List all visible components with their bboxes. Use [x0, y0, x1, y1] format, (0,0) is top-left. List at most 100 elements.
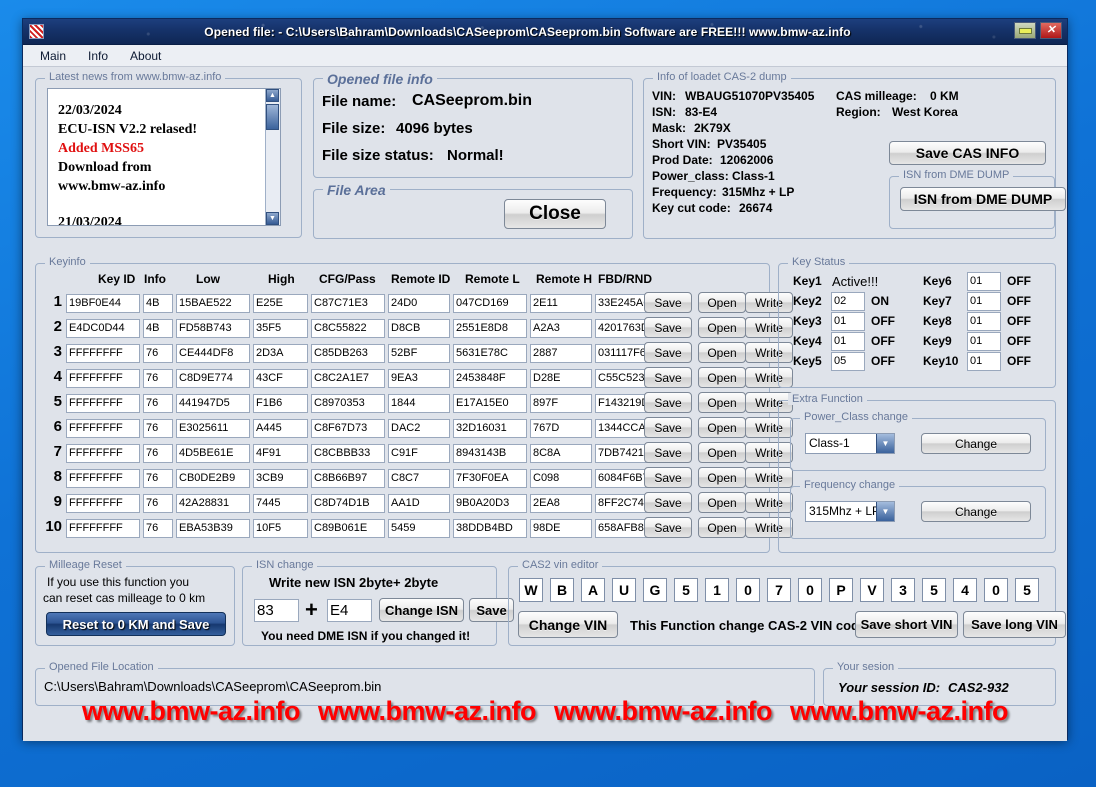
- keyinfo-cell-high[interactable]: F1B6: [253, 394, 308, 413]
- keyinfo-cell-key-id[interactable]: FFFFFFFF: [66, 369, 140, 388]
- keyinfo-row-open-button[interactable]: Open: [698, 392, 746, 413]
- keyinfo-cell-remote-h[interactable]: A2A3: [530, 319, 592, 338]
- keyinfo-cell-info[interactable]: 4B: [143, 294, 173, 313]
- keyinfo-cell-cfg[interactable]: C8C55822: [311, 319, 385, 338]
- key-status-value-input[interactable]: 01: [967, 292, 1001, 311]
- vin-char-input[interactable]: B: [550, 578, 574, 602]
- keyinfo-cell-remote-id[interactable]: C8C7: [388, 469, 450, 488]
- key-status-value-input[interactable]: 02: [831, 292, 865, 311]
- scroll-down-icon[interactable]: ▼: [266, 212, 279, 225]
- key-status-value-input[interactable]: 01: [967, 312, 1001, 331]
- keyinfo-row-open-button[interactable]: Open: [698, 517, 746, 538]
- keyinfo-cell-cfg[interactable]: C87C71E3: [311, 294, 385, 313]
- keyinfo-cell-key-id[interactable]: 19BF0E44: [66, 294, 140, 313]
- change-vin-button[interactable]: Change VIN: [518, 611, 618, 638]
- chevron-down-icon[interactable]: ▼: [876, 434, 894, 453]
- keyinfo-cell-info[interactable]: 76: [143, 394, 173, 413]
- keyinfo-row-open-button[interactable]: Open: [698, 292, 746, 313]
- keyinfo-cell-info[interactable]: 4B: [143, 319, 173, 338]
- vin-char-input[interactable]: 0: [984, 578, 1008, 602]
- vin-char-input[interactable]: 1: [705, 578, 729, 602]
- keyinfo-row-open-button[interactable]: Open: [698, 317, 746, 338]
- key-status-value-input[interactable]: 01: [967, 332, 1001, 351]
- frequency-select[interactable]: 315Mhz + LP ▼: [805, 501, 895, 522]
- keyinfo-cell-info[interactable]: 76: [143, 469, 173, 488]
- keyinfo-cell-low[interactable]: 42A28831: [176, 494, 250, 513]
- keyinfo-cell-low[interactable]: FD58B743: [176, 319, 250, 338]
- keyinfo-cell-remote-l[interactable]: 047CD169: [453, 294, 527, 313]
- keyinfo-cell-info[interactable]: 76: [143, 344, 173, 363]
- key-status-value-input[interactable]: 01: [831, 332, 865, 351]
- keyinfo-row-save-button[interactable]: Save: [644, 367, 692, 388]
- key-status-value-input[interactable]: 05: [831, 352, 865, 371]
- keyinfo-cell-info[interactable]: 76: [143, 494, 173, 513]
- keyinfo-cell-info[interactable]: 76: [143, 444, 173, 463]
- keyinfo-cell-remote-id[interactable]: D8CB: [388, 319, 450, 338]
- keyinfo-cell-key-id[interactable]: FFFFFFFF: [66, 344, 140, 363]
- keyinfo-cell-remote-h[interactable]: 767D: [530, 419, 592, 438]
- keyinfo-cell-remote-h[interactable]: 2887: [530, 344, 592, 363]
- menu-item-info[interactable]: Info: [79, 47, 117, 65]
- keyinfo-cell-remote-id[interactable]: 24D0: [388, 294, 450, 313]
- keyinfo-cell-remote-l[interactable]: 7F30F0EA: [453, 469, 527, 488]
- save-long-vin-button[interactable]: Save long VIN: [963, 611, 1066, 638]
- keyinfo-cell-cfg[interactable]: C8B66B97: [311, 469, 385, 488]
- keyinfo-cell-remote-h[interactable]: 2E11: [530, 294, 592, 313]
- vin-char-input[interactable]: 0: [798, 578, 822, 602]
- scrollbar-thumb[interactable]: [266, 104, 279, 130]
- keyinfo-cell-low[interactable]: 441947D5: [176, 394, 250, 413]
- keyinfo-cell-key-id[interactable]: E4DC0D44: [66, 319, 140, 338]
- keyinfo-cell-high[interactable]: 35F5: [253, 319, 308, 338]
- keyinfo-cell-low[interactable]: CB0DE2B9: [176, 469, 250, 488]
- frequency-change-button[interactable]: Change: [921, 501, 1031, 522]
- keyinfo-cell-remote-l[interactable]: E17A15E0: [453, 394, 527, 413]
- scroll-up-icon[interactable]: ▲: [266, 89, 279, 102]
- keyinfo-cell-remote-l[interactable]: 38DDB4BD: [453, 519, 527, 538]
- key-status-value-input[interactable]: 01: [967, 352, 1001, 371]
- minimize-button[interactable]: [1014, 22, 1036, 39]
- keyinfo-row-save-button[interactable]: Save: [644, 317, 692, 338]
- keyinfo-row-open-button[interactable]: Open: [698, 367, 746, 388]
- news-scrollbar[interactable]: ▲ ▼: [265, 89, 280, 225]
- keyinfo-cell-key-id[interactable]: FFFFFFFF: [66, 494, 140, 513]
- keyinfo-row-save-button[interactable]: Save: [644, 442, 692, 463]
- keyinfo-row-open-button[interactable]: Open: [698, 467, 746, 488]
- keyinfo-row-save-button[interactable]: Save: [644, 392, 692, 413]
- vin-char-input[interactable]: W: [519, 578, 543, 602]
- keyinfo-row-save-button[interactable]: Save: [644, 467, 692, 488]
- key-status-value-input[interactable]: 01: [967, 272, 1001, 291]
- vin-char-input[interactable]: 5: [674, 578, 698, 602]
- vin-char-input[interactable]: G: [643, 578, 667, 602]
- vin-char-input[interactable]: 5: [922, 578, 946, 602]
- keyinfo-cell-high[interactable]: 7445: [253, 494, 308, 513]
- keyinfo-row-save-button[interactable]: Save: [644, 417, 692, 438]
- keyinfo-cell-cfg[interactable]: C8C2A1E7: [311, 369, 385, 388]
- key-status-value-input[interactable]: 01: [831, 312, 865, 331]
- keyinfo-cell-high[interactable]: 43CF: [253, 369, 308, 388]
- save-cas-info-button[interactable]: Save CAS INFO: [889, 141, 1046, 165]
- vin-char-input[interactable]: 5: [1015, 578, 1039, 602]
- keyinfo-cell-low[interactable]: CE444DF8: [176, 344, 250, 363]
- keyinfo-cell-high[interactable]: 4F91: [253, 444, 308, 463]
- vin-char-input[interactable]: U: [612, 578, 636, 602]
- vin-char-input[interactable]: 7: [767, 578, 791, 602]
- keyinfo-row-open-button[interactable]: Open: [698, 417, 746, 438]
- keyinfo-cell-remote-id[interactable]: 1844: [388, 394, 450, 413]
- keyinfo-row-save-button[interactable]: Save: [644, 517, 692, 538]
- keyinfo-cell-high[interactable]: 10F5: [253, 519, 308, 538]
- power-class-change-button[interactable]: Change: [921, 433, 1031, 454]
- keyinfo-cell-remote-l[interactable]: 8943143B: [453, 444, 527, 463]
- save-short-vin-button[interactable]: Save short VIN: [855, 611, 958, 638]
- keyinfo-cell-info[interactable]: 76: [143, 419, 173, 438]
- keyinfo-cell-low[interactable]: E3025611: [176, 419, 250, 438]
- keyinfo-cell-remote-h[interactable]: 897F: [530, 394, 592, 413]
- keyinfo-cell-high[interactable]: E25E: [253, 294, 308, 313]
- keyinfo-cell-high[interactable]: 3CB9: [253, 469, 308, 488]
- keyinfo-cell-key-id[interactable]: FFFFFFFF: [66, 444, 140, 463]
- keyinfo-cell-remote-h[interactable]: 8C8A: [530, 444, 592, 463]
- keyinfo-cell-remote-h[interactable]: C098: [530, 469, 592, 488]
- keyinfo-cell-remote-l[interactable]: 5631E78C: [453, 344, 527, 363]
- keyinfo-cell-low[interactable]: C8D9E774: [176, 369, 250, 388]
- vin-char-input[interactable]: 0: [736, 578, 760, 602]
- vin-char-input[interactable]: A: [581, 578, 605, 602]
